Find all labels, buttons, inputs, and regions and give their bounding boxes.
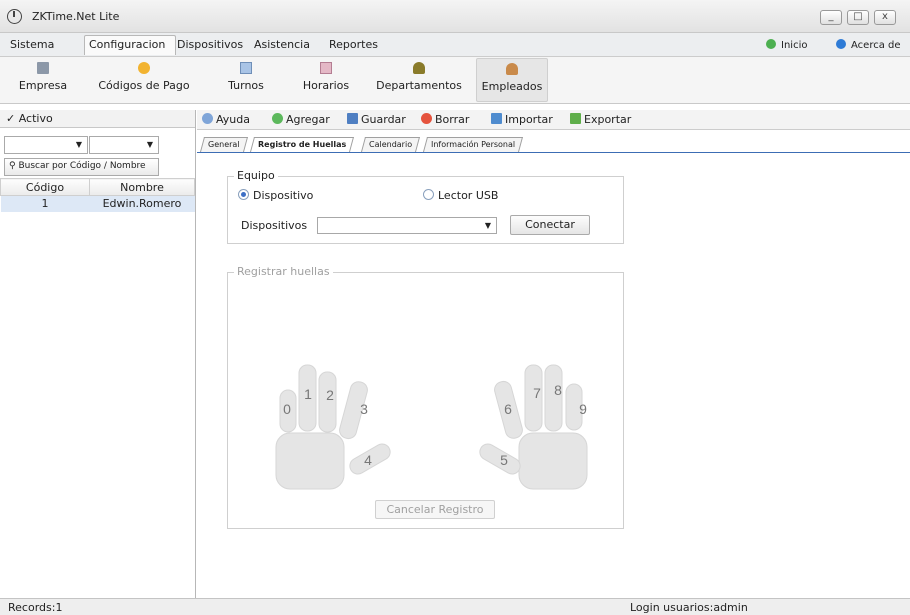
title-bar: ZKTime.Net Lite _ □ x xyxy=(0,0,910,33)
toolbar: Empresa Códigos de Pago Turnos Horarios … xyxy=(0,57,910,104)
equipo-legend: Equipo xyxy=(234,169,278,182)
right-palm xyxy=(518,432,588,490)
cancelar-registro-button[interactable]: Cancelar Registro xyxy=(375,500,495,519)
filter-combo-2[interactable]: ▼ xyxy=(89,136,159,154)
finger-2: 2 xyxy=(326,387,334,403)
info-icon xyxy=(836,39,846,49)
action-bar: Ayuda Agregar Guardar Borrar Importar Ex… xyxy=(197,110,910,130)
finger-8-shape xyxy=(544,364,563,432)
activo-filter[interactable]: ✓ Activo xyxy=(0,110,195,128)
toolbar-departamentos-button[interactable]: Departamentos xyxy=(368,58,470,102)
magnifier-icon: ⚲ xyxy=(9,161,16,171)
cell-codigo: 1 xyxy=(0,195,90,212)
add-icon xyxy=(272,113,283,124)
exportar-button[interactable]: Exportar xyxy=(570,113,631,126)
status-bar: Records:1 Login usuarios:admin xyxy=(0,598,910,615)
menu-dispositivos[interactable]: Dispositivos xyxy=(177,38,243,51)
save-icon xyxy=(347,113,358,124)
search-button[interactable]: ⚲ Buscar por Código / Nombre xyxy=(4,158,159,176)
toolbar-horarios-button[interactable]: Horarios xyxy=(292,58,360,102)
login-user: Login usuarios:admin xyxy=(630,601,748,614)
dropdown-arrow-icon: ▼ xyxy=(75,140,82,149)
employee-panel: ✓ Activo ▼ ▼ ⚲ Buscar por Código / Nombr… xyxy=(0,110,196,598)
menu-configuracion[interactable]: Configuracion xyxy=(89,38,165,51)
calendar-icon xyxy=(240,62,252,74)
finger-6: 6 xyxy=(504,401,512,417)
menu-bar: Sistema Configuracion Dispositivos Asist… xyxy=(0,33,910,57)
help-icon xyxy=(202,113,213,124)
dropdown-arrow-icon: ▼ xyxy=(146,140,153,149)
filter-combo-1[interactable]: ▼ xyxy=(4,136,88,154)
hands-diagram: 0 1 2 3 4 5 6 7 8 9 xyxy=(275,364,588,490)
minimize-button[interactable]: _ xyxy=(820,10,842,25)
finger-1: 1 xyxy=(304,386,312,402)
registrar-huellas-group: Registrar huellas 0 1 2 3 4 5 6 7 8 9 Ca… xyxy=(227,265,624,529)
menu-reportes[interactable]: Reportes xyxy=(329,38,378,51)
finger-4: 4 xyxy=(364,452,372,468)
toolbar-empresa-button[interactable]: Empresa xyxy=(8,58,78,102)
tab-calendario[interactable]: Calendario xyxy=(360,137,421,152)
radio-selected-icon xyxy=(238,189,249,200)
borrar-button[interactable]: Borrar xyxy=(421,113,469,126)
toolbar-empleados-button[interactable]: Empleados xyxy=(476,58,548,102)
column-codigo[interactable]: Código xyxy=(0,178,90,196)
folder-icon xyxy=(413,62,425,74)
window-title: ZKTime.Net Lite xyxy=(32,10,120,23)
dispositivos-select[interactable]: ▼ xyxy=(317,217,497,234)
ayuda-button[interactable]: Ayuda xyxy=(202,113,250,126)
tab-registro-huellas[interactable]: Registro de Huellas xyxy=(249,137,355,152)
finger-3: 3 xyxy=(360,401,368,417)
radio-lector-usb[interactable]: Lector USB xyxy=(423,189,498,202)
equipo-group: Equipo Dispositivo Lector USB Dispositiv… xyxy=(227,169,624,244)
radio-unselected-icon xyxy=(423,189,434,200)
tab-informacion-personal[interactable]: Información Personal xyxy=(422,137,524,152)
finger-8: 8 xyxy=(554,382,562,398)
acerca-link[interactable]: Acerca de xyxy=(836,39,901,51)
agregar-button[interactable]: Agregar xyxy=(272,113,330,126)
column-nombre[interactable]: Nombre xyxy=(89,178,195,196)
dispositivos-label: Dispositivos xyxy=(241,219,308,232)
toolbar-codigos-button[interactable]: Códigos de Pago xyxy=(84,58,204,102)
coin-icon xyxy=(138,62,150,74)
building-icon xyxy=(37,62,49,74)
delete-icon xyxy=(421,113,432,124)
dropdown-arrow-icon: ▼ xyxy=(484,221,491,230)
schedule-icon xyxy=(320,62,332,74)
toolbar-turnos-button[interactable]: Turnos xyxy=(214,58,278,102)
finger-9: 9 xyxy=(579,401,587,417)
maximize-button[interactable]: □ xyxy=(847,10,869,25)
import-icon xyxy=(491,113,502,124)
records-count: Records:1 xyxy=(8,601,63,614)
importar-button[interactable]: Importar xyxy=(491,113,553,126)
left-palm xyxy=(275,432,345,490)
finger-7: 7 xyxy=(533,385,541,401)
close-button[interactable]: x xyxy=(874,10,896,25)
tab-general[interactable]: General xyxy=(199,137,248,152)
inicio-link[interactable]: Inicio xyxy=(766,39,807,51)
finger-0: 0 xyxy=(283,401,291,417)
guardar-button[interactable]: Guardar xyxy=(347,113,406,126)
clock-icon xyxy=(7,9,22,24)
export-icon xyxy=(570,113,581,124)
employee-table: Código Nombre 1 Edwin.Romero xyxy=(0,178,195,212)
home-icon xyxy=(766,39,776,49)
conectar-button[interactable]: Conectar xyxy=(510,215,590,235)
radio-dispositivo[interactable]: Dispositivo xyxy=(238,189,313,202)
tab-strip: General Registro de Huellas Calendario I… xyxy=(197,137,910,153)
user-icon xyxy=(506,63,518,75)
cell-nombre: Edwin.Romero xyxy=(89,195,195,212)
finger-5: 5 xyxy=(500,452,508,468)
menu-asistencia[interactable]: Asistencia xyxy=(254,38,310,51)
check-icon: ✓ xyxy=(6,112,16,125)
table-row[interactable]: 1 Edwin.Romero xyxy=(0,195,195,212)
menu-sistema[interactable]: Sistema xyxy=(10,38,54,51)
